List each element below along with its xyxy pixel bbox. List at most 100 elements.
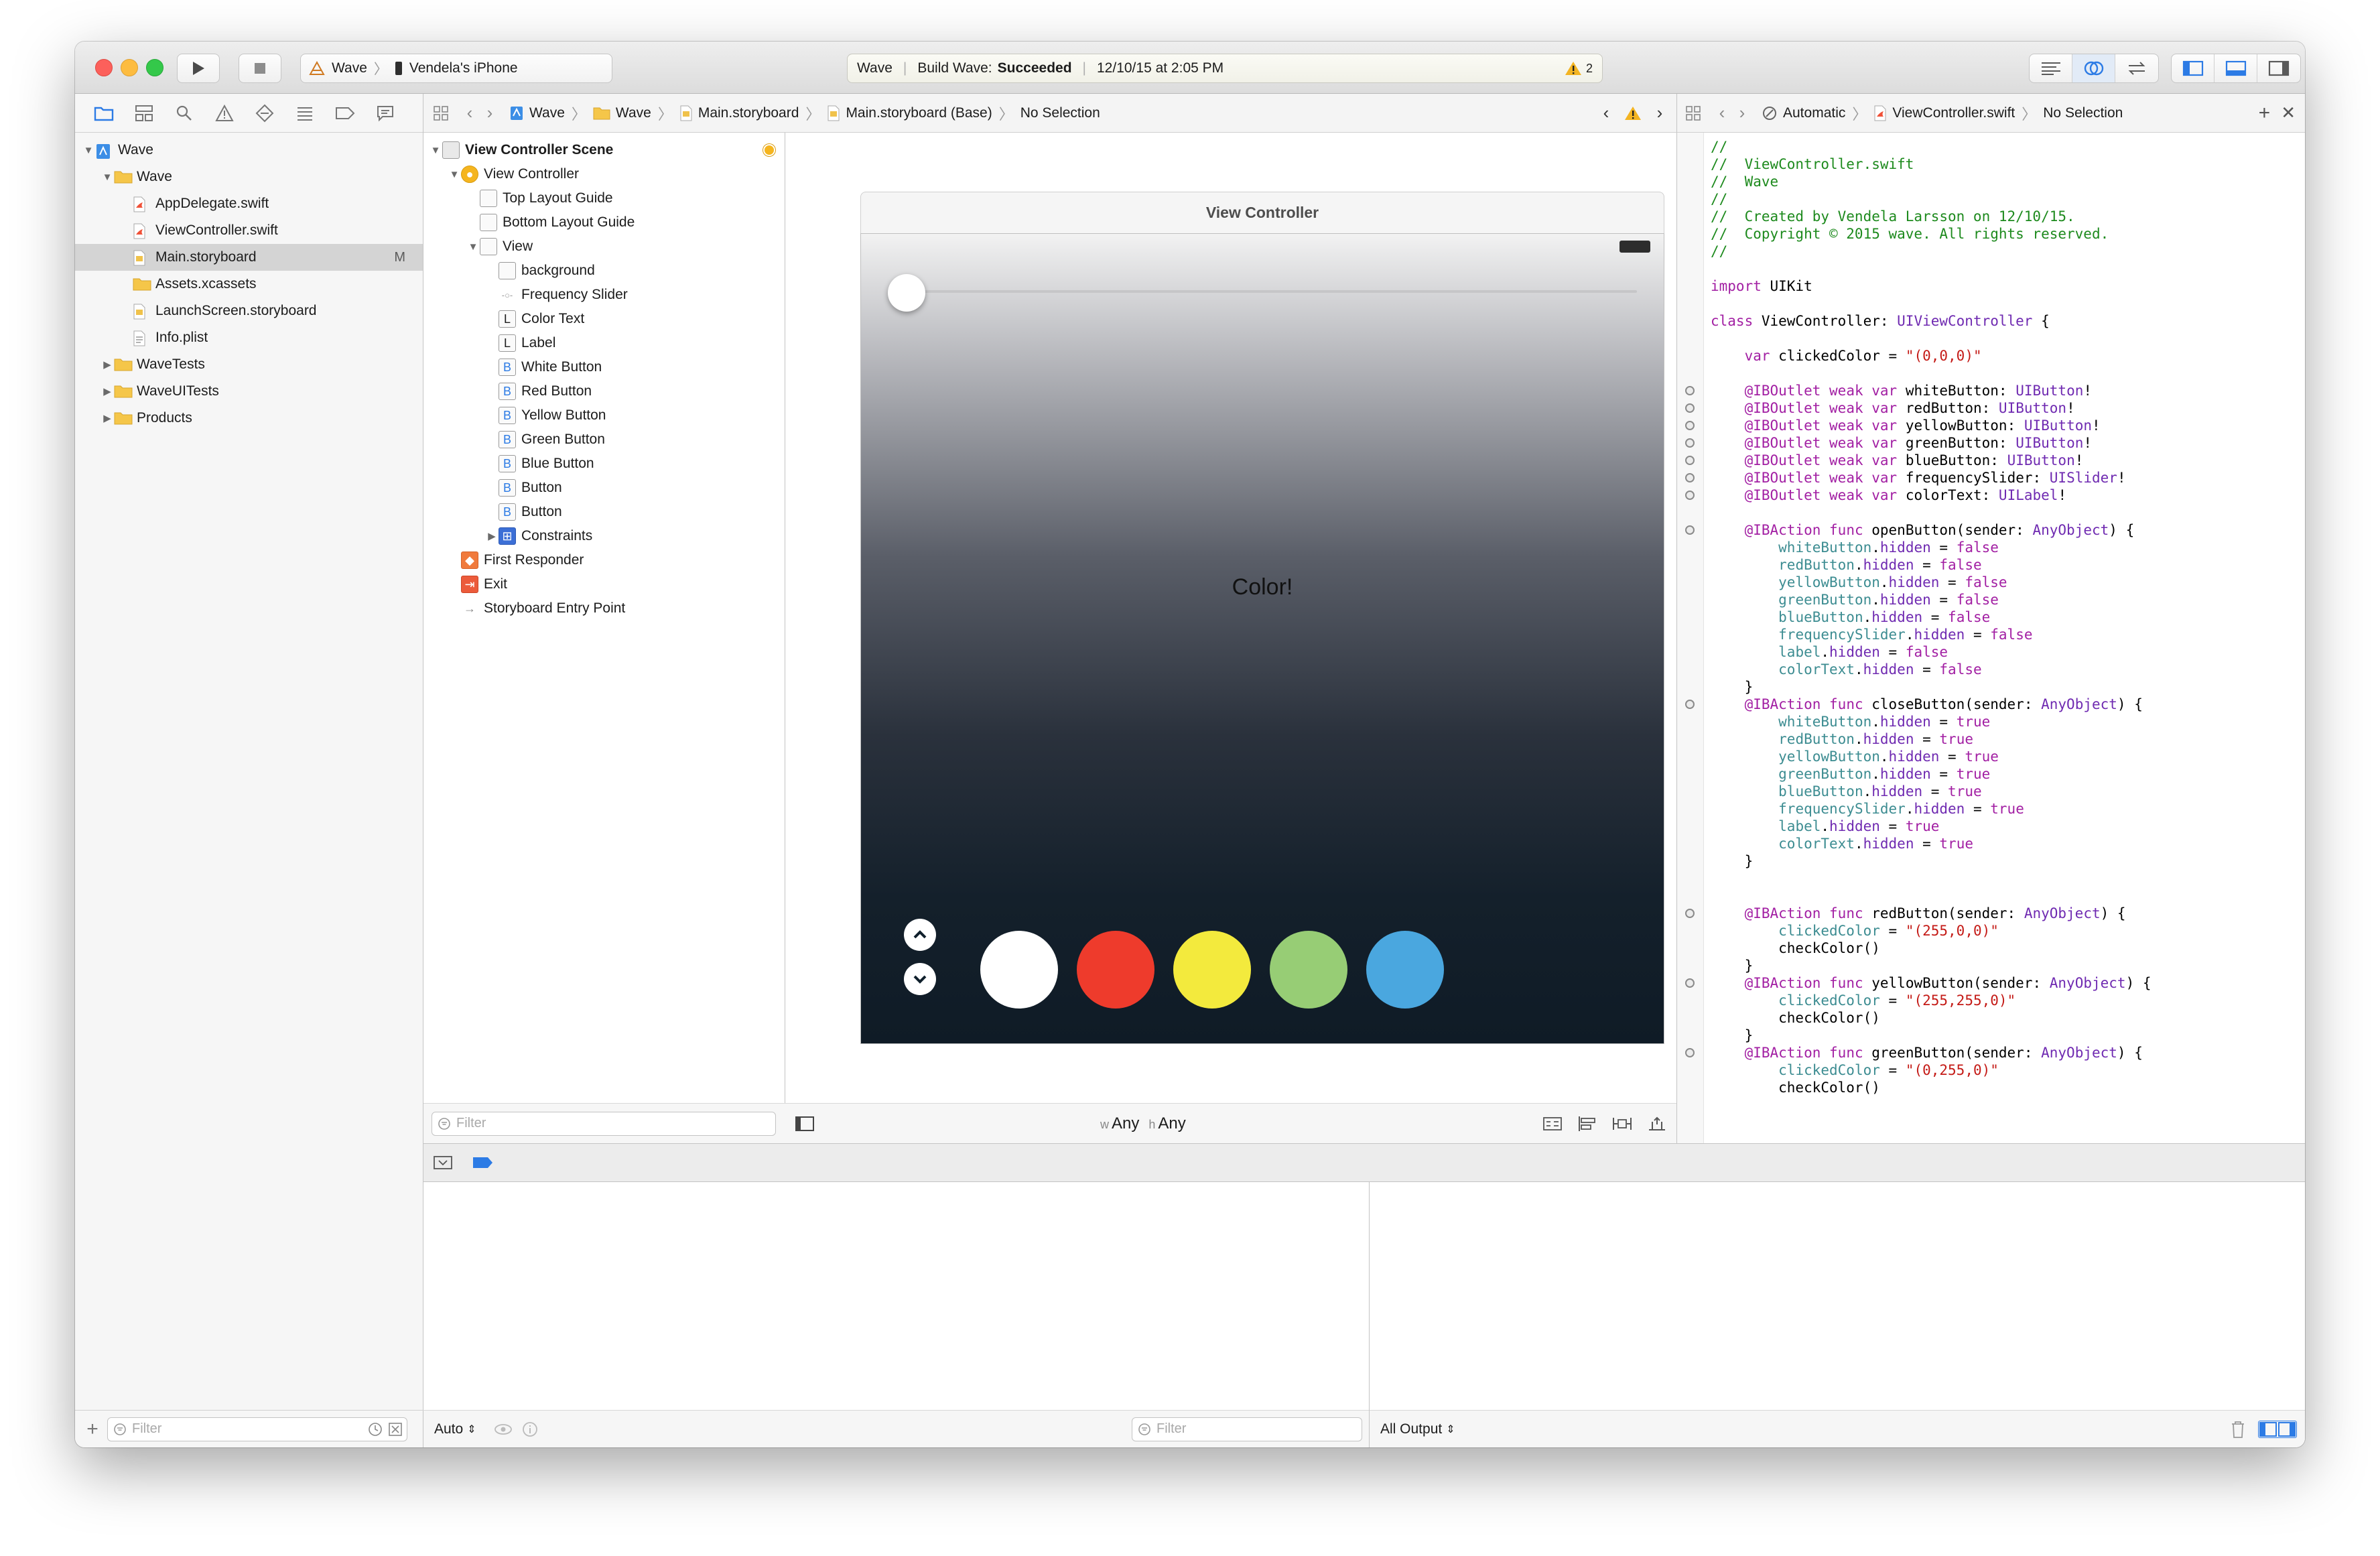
add-icon[interactable]: + — [84, 1418, 101, 1441]
outline-item[interactable]: L Label — [423, 331, 785, 355]
related-items-icon[interactable] — [1685, 105, 1701, 121]
zoom-window-button[interactable] — [146, 59, 163, 76]
breadcrumb-file[interactable]: Main.storyboard — [679, 105, 799, 121]
outline-item[interactable]: ⇥ Exit — [423, 572, 785, 596]
embed-in-stack-icon[interactable] — [1542, 1116, 1563, 1132]
toggle-outline-icon[interactable] — [795, 1116, 815, 1132]
trash-icon[interactable] — [2230, 1420, 2246, 1439]
connection-well-icon[interactable] — [1685, 386, 1695, 395]
outline-item[interactable]: L Color Text — [423, 307, 785, 331]
show-console-icon[interactable] — [2277, 1421, 2296, 1437]
frequency-slider-track[interactable] — [903, 290, 1637, 293]
navigator-item[interactable]: AppDelegate.swift — [75, 190, 423, 217]
outline-item[interactable]: background — [423, 259, 785, 283]
pin-icon[interactable] — [1612, 1115, 1632, 1132]
project-navigator-tab[interactable] — [91, 101, 117, 126]
standard-editor-button[interactable] — [2030, 54, 2072, 82]
debug-navigator-tab[interactable] — [292, 101, 318, 126]
find-navigator-tab[interactable] — [172, 101, 197, 126]
green-color-button[interactable] — [1270, 931, 1347, 1009]
navigator-item[interactable]: ViewController.swift — [75, 217, 423, 244]
navigator-item[interactable]: ▶ WaveTests — [75, 351, 423, 378]
red-color-button[interactable] — [1077, 931, 1154, 1009]
outline-item[interactable]: B Green Button — [423, 428, 785, 452]
outline-item[interactable]: ▼ View — [423, 235, 785, 259]
issue-navigator-tab[interactable] — [212, 101, 237, 126]
breadcrumb-localization[interactable]: Main.storyboard (Base) — [827, 105, 992, 121]
go-forward-button[interactable]: › — [480, 103, 500, 123]
connection-well-icon[interactable] — [1685, 700, 1695, 709]
outline-item[interactable]: ▼ ● View Controller — [423, 162, 785, 186]
breakpoints-toggle-icon[interactable] — [472, 1155, 494, 1170]
connection-well-icon[interactable] — [1685, 525, 1695, 535]
close-assistant-editor-icon[interactable]: ✕ — [2281, 103, 2296, 123]
white-color-button[interactable] — [980, 931, 1058, 1009]
recent-files-icon[interactable] — [368, 1422, 383, 1437]
connection-well-icon[interactable] — [1685, 403, 1695, 413]
navigator-item[interactable]: ▼ Wave — [75, 137, 423, 164]
navigator-item[interactable]: Main.storyboard M — [75, 244, 423, 271]
outline-item[interactable]: ▶ ⊞ Constraints — [423, 524, 785, 548]
disclosure-expanded-icon[interactable]: ▼ — [101, 172, 114, 183]
breadcrumb-selection[interactable]: No Selection — [2043, 105, 2123, 121]
related-items-icon[interactable] — [433, 105, 449, 121]
disclosure-expanded-icon[interactable]: ▼ — [429, 145, 442, 156]
test-navigator-tab[interactable] — [252, 101, 277, 126]
outline-item[interactable]: ◆ First Responder — [423, 548, 785, 572]
source-control-filter-icon[interactable] — [388, 1422, 403, 1437]
connection-well-icon[interactable] — [1685, 438, 1695, 448]
breadcrumb-automatic[interactable]: Automatic — [1762, 105, 1845, 121]
connection-well-icon[interactable] — [1685, 909, 1695, 918]
add-assistant-editor-icon[interactable]: + — [2259, 102, 2271, 125]
run-button[interactable] — [177, 54, 220, 83]
navigator-item[interactable]: Assets.xcassets — [75, 271, 423, 298]
outline-item[interactable]: B Button — [423, 500, 785, 524]
disclosure-expanded-icon[interactable]: ▼ — [82, 145, 95, 156]
outline-item[interactable]: B White Button — [423, 355, 785, 379]
assistant-code-editor[interactable]: //// ViewController.swift// Wave//// Cre… — [1676, 133, 2305, 1143]
breadcrumb-group[interactable]: Wave — [593, 105, 651, 121]
open-button[interactable] — [904, 919, 936, 951]
connection-well-icon[interactable] — [1685, 421, 1695, 430]
version-editor-button[interactable] — [2115, 54, 2158, 82]
close-button[interactable] — [904, 963, 936, 995]
navigator-item[interactable]: Info.plist — [75, 324, 423, 351]
previous-issue-button[interactable]: ‹ — [1596, 103, 1616, 123]
disclosure-expanded-icon[interactable]: ▼ — [448, 169, 461, 180]
navigator-filter-field[interactable]: Filter — [107, 1417, 407, 1441]
navigator-item[interactable]: LaunchScreen.storyboard — [75, 298, 423, 324]
scene-title-bar[interactable]: View Controller — [860, 192, 1664, 233]
resolve-auto-layout-icon[interactable] — [1647, 1115, 1667, 1132]
connection-well-icon[interactable] — [1685, 491, 1695, 500]
connection-well-icon[interactable] — [1685, 978, 1695, 988]
size-class-control[interactable]: w Any h Any — [1100, 1114, 1186, 1133]
assistant-editor-button[interactable] — [2072, 54, 2115, 82]
outline-item[interactable]: ▼ View Controller Scene — [423, 138, 785, 162]
toggle-utilities-button[interactable] — [2257, 54, 2300, 82]
breakpoint-navigator-tab[interactable] — [332, 101, 358, 126]
disclosure-collapsed-icon[interactable]: ▶ — [485, 530, 499, 542]
source-code[interactable]: //// ViewController.swift// Wave//// Cre… — [1711, 138, 2152, 1096]
show-variables-icon[interactable] — [2259, 1421, 2277, 1437]
outline-item[interactable]: Top Layout Guide — [423, 186, 785, 210]
connection-well-icon[interactable] — [1685, 456, 1695, 465]
go-back-button[interactable]: ‹ — [1712, 103, 1732, 123]
navigator-item[interactable]: ▶ WaveUITests — [75, 378, 423, 405]
next-issue-button[interactable]: › — [1650, 103, 1670, 123]
align-icon[interactable] — [1577, 1115, 1597, 1132]
storyboard-canvas[interactable]: View Controller Color! w Any h Any — [785, 133, 1676, 1143]
info-icon[interactable] — [522, 1421, 538, 1437]
go-back-button[interactable]: ‹ — [460, 103, 480, 123]
console-view[interactable]: All Output ⇕ — [1370, 1182, 2305, 1447]
outline-item[interactable]: B Yellow Button — [423, 403, 785, 428]
variables-filter-field[interactable]: Filter — [1132, 1417, 1362, 1441]
disclosure-collapsed-icon[interactable]: ▶ — [101, 412, 114, 424]
view-controller-view[interactable]: Color! — [860, 233, 1664, 1044]
navigator-item[interactable]: ▶ Products — [75, 405, 423, 432]
blue-color-button[interactable] — [1366, 931, 1444, 1009]
scheme-selector[interactable]: Wave 〉 Vendela's iPhone — [300, 54, 612, 83]
go-forward-button[interactable]: › — [1732, 103, 1752, 123]
breadcrumb-project[interactable]: Wave — [509, 105, 565, 121]
outline-filter-field[interactable]: Filter — [432, 1111, 776, 1136]
connection-well-icon[interactable] — [1685, 1048, 1695, 1057]
